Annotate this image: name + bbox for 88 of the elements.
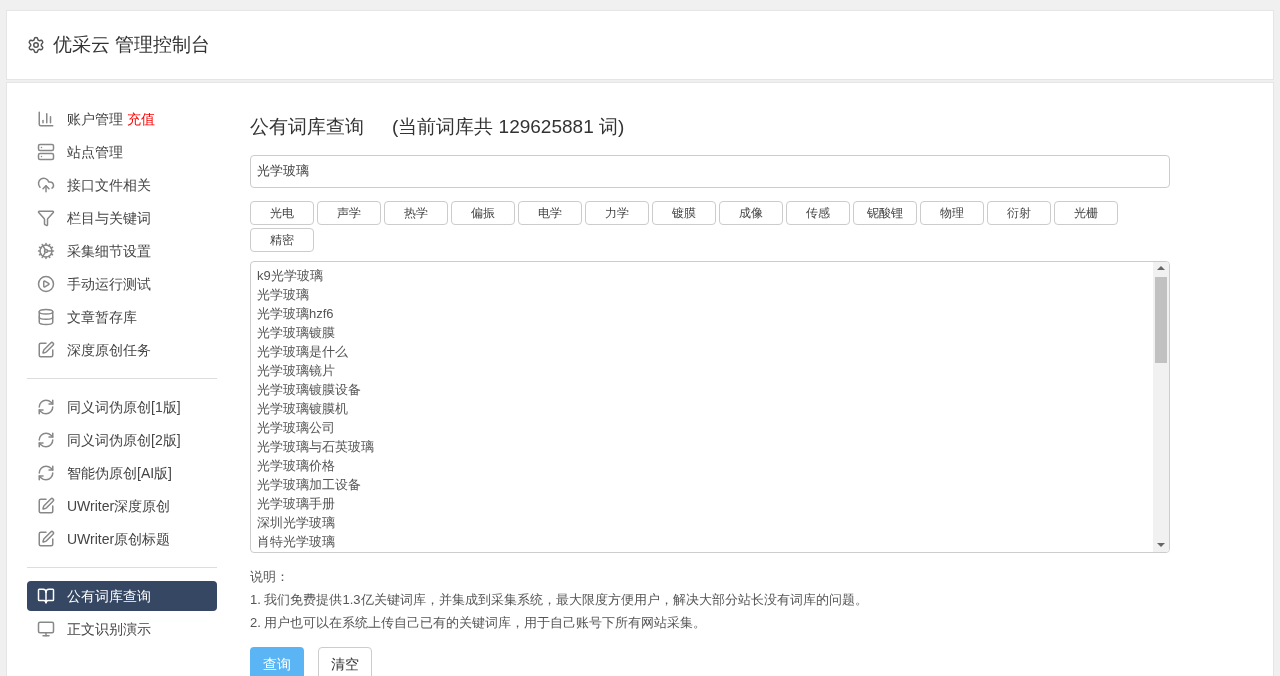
tag-button[interactable]: 光电 bbox=[250, 200, 314, 225]
result-item[interactable]: 光学玻璃手册 bbox=[257, 493, 1153, 513]
page-title: 公有词库查询 bbox=[250, 115, 364, 139]
sidebar-label: 文章暂存库 bbox=[67, 307, 137, 327]
sidebar-label: UWriter原创标题 bbox=[67, 529, 171, 549]
result-item[interactable]: 光学玻璃公司 bbox=[257, 417, 1153, 437]
settings-icon bbox=[27, 36, 45, 54]
tag-button[interactable]: 声学 bbox=[317, 200, 381, 225]
result-item[interactable]: k9光学玻璃 bbox=[257, 265, 1153, 285]
cloud-upload-icon bbox=[37, 176, 55, 194]
sidebar-item[interactable]: 手动运行测试 bbox=[27, 269, 217, 299]
tag-button[interactable]: 偏振 bbox=[451, 200, 515, 225]
sidebar-item[interactable]: 站点管理 bbox=[27, 137, 217, 167]
sidebar-label: 接口文件相关 bbox=[67, 175, 151, 195]
sidebar-item[interactable]: 正文识别演示 bbox=[27, 614, 217, 644]
sidebar-label: 公有词库查询 bbox=[67, 586, 151, 606]
edit-icon bbox=[37, 497, 55, 515]
sidebar-label: 账户管理 bbox=[67, 109, 123, 129]
tag-button[interactable]: 力学 bbox=[585, 200, 649, 225]
sidebar-label: 栏目与关键词 bbox=[67, 208, 151, 228]
tag-button[interactable]: 铌酸锂 bbox=[853, 200, 917, 225]
sidebar-item[interactable]: 文章暂存库 bbox=[27, 302, 217, 332]
sidebar-label: 采集细节设置 bbox=[67, 241, 151, 261]
tag-button[interactable]: 镀膜 bbox=[652, 200, 716, 225]
word-count: (当前词库共 129625881 词) bbox=[392, 115, 625, 139]
sidebar-item[interactable]: 同义词伪原创[1版] bbox=[27, 392, 217, 422]
play-icon bbox=[37, 275, 55, 293]
tag-button[interactable]: 成像 bbox=[719, 200, 783, 225]
tag-button[interactable]: 衍射 bbox=[987, 200, 1051, 225]
sidebar-label: 智能伪原创[AI版] bbox=[67, 463, 172, 483]
sidebar-label: 正文识别演示 bbox=[67, 619, 151, 639]
tag-button[interactable]: 物理 bbox=[920, 200, 984, 225]
tag-button[interactable]: 精密 bbox=[250, 227, 314, 252]
database-icon bbox=[37, 308, 55, 326]
sidebar-label: 同义词伪原创[2版] bbox=[67, 430, 181, 450]
edit-icon bbox=[37, 341, 55, 359]
sidebar-label: 同义词伪原创[1版] bbox=[67, 397, 181, 417]
tag-button[interactable]: 热学 bbox=[384, 200, 448, 225]
sidebar-label: UWriter深度原创 bbox=[67, 496, 171, 516]
sidebar-label: 深度原创任务 bbox=[67, 340, 151, 360]
result-item[interactable]: 光学玻璃加工设备 bbox=[257, 474, 1153, 494]
results-list[interactable]: k9光学玻璃 光学玻璃 光学玻璃hzf6 光学玻璃镀膜 光学玻璃是什么 光学玻璃镜片 光学玻璃镀膜设备 光学玻璃镀膜机 光学玻璃公司 光学玻璃与石英玻璃 光学玻璃价格 光学玻璃加工设备 光学玻璃手册 深圳光学玻璃 肖特光学玻璃 bbox=[250, 260, 1170, 553]
result-item[interactable]: 光学玻璃 bbox=[257, 284, 1153, 304]
result-item[interactable]: 光学玻璃镜片 bbox=[257, 360, 1153, 380]
server-icon bbox=[37, 143, 55, 161]
refresh-icon bbox=[37, 431, 55, 449]
refresh-icon bbox=[37, 464, 55, 482]
result-item[interactable]: 光学玻璃价格 bbox=[257, 455, 1153, 475]
result-item[interactable]: 肖特光学玻璃 bbox=[257, 531, 1153, 551]
sidebar-item[interactable]: 深度原创任务 bbox=[27, 335, 217, 365]
console-title: 优采云 管理控制台 bbox=[53, 32, 211, 57]
sidebar-item[interactable]: 采集细节设置 bbox=[27, 236, 217, 266]
note-text: 1. 我们免费提供1.3亿关键词库，并集成到采集系统，最大限度方便用户，解决大部分站长没有词库的问题。 bbox=[250, 591, 869, 609]
scroll-down-icon[interactable] bbox=[1157, 543, 1165, 547]
sidebar-label: 手动运行测试 bbox=[67, 274, 151, 294]
filter-icon bbox=[37, 209, 55, 227]
bar-chart-icon bbox=[37, 110, 55, 128]
sidebar-item[interactable]: UWriter深度原创 bbox=[27, 491, 217, 521]
scrollbar[interactable] bbox=[1153, 261, 1169, 552]
sidebar-item[interactable]: UWriter原创标题 bbox=[27, 524, 217, 554]
tag-button[interactable]: 电学 bbox=[518, 200, 582, 225]
tag-button[interactable]: 光栅 bbox=[1054, 200, 1118, 225]
result-item[interactable]: 光学玻璃镀膜机 bbox=[257, 398, 1153, 418]
result-item[interactable]: 光学玻璃镀膜 bbox=[257, 322, 1153, 342]
monitor-icon bbox=[37, 620, 55, 638]
sidebar-label: 站点管理 bbox=[67, 142, 123, 162]
sidebar-item[interactable]: 同义词伪原创[2版] bbox=[27, 425, 217, 455]
book-icon bbox=[37, 587, 55, 605]
result-item[interactable]: 光学玻璃hzf6 bbox=[257, 303, 1153, 323]
result-item[interactable]: 光学玻璃是什么 bbox=[257, 341, 1153, 361]
scroll-thumb[interactable] bbox=[1155, 276, 1167, 363]
tag-button[interactable]: 传感 bbox=[786, 200, 850, 225]
sidebar-item[interactable]: 栏目与关键词 bbox=[27, 203, 217, 233]
scroll-up-icon[interactable] bbox=[1157, 265, 1165, 270]
edit-icon bbox=[37, 530, 55, 548]
sidebar-item[interactable]: 接口文件相关 bbox=[27, 170, 217, 200]
refresh-icon bbox=[37, 398, 55, 416]
result-item[interactable]: 深圳光学玻璃 bbox=[257, 512, 1153, 532]
clear-button[interactable]: 清空 bbox=[318, 647, 372, 676]
sidebar-item[interactable]: 公有词库查询 bbox=[27, 581, 217, 611]
recharge-link[interactable]: 充值 bbox=[127, 108, 155, 130]
result-item[interactable]: 光学玻璃镀膜设备 bbox=[257, 379, 1153, 399]
search-field[interactable]: 光学玻璃 bbox=[250, 154, 1170, 188]
sidebar-item[interactable]: 账户管理 充值 bbox=[27, 104, 217, 134]
sidebar-item[interactable]: 智能伪原创[AI版] bbox=[27, 458, 217, 488]
notes-title: 说明： bbox=[250, 568, 290, 586]
result-item[interactable]: 光学玻璃与石英玻璃 bbox=[257, 436, 1153, 456]
note-text: 2. 用户也可以在系统上传自己已有的关键词库，用于自己账号下所有网站采集。 bbox=[250, 614, 708, 632]
